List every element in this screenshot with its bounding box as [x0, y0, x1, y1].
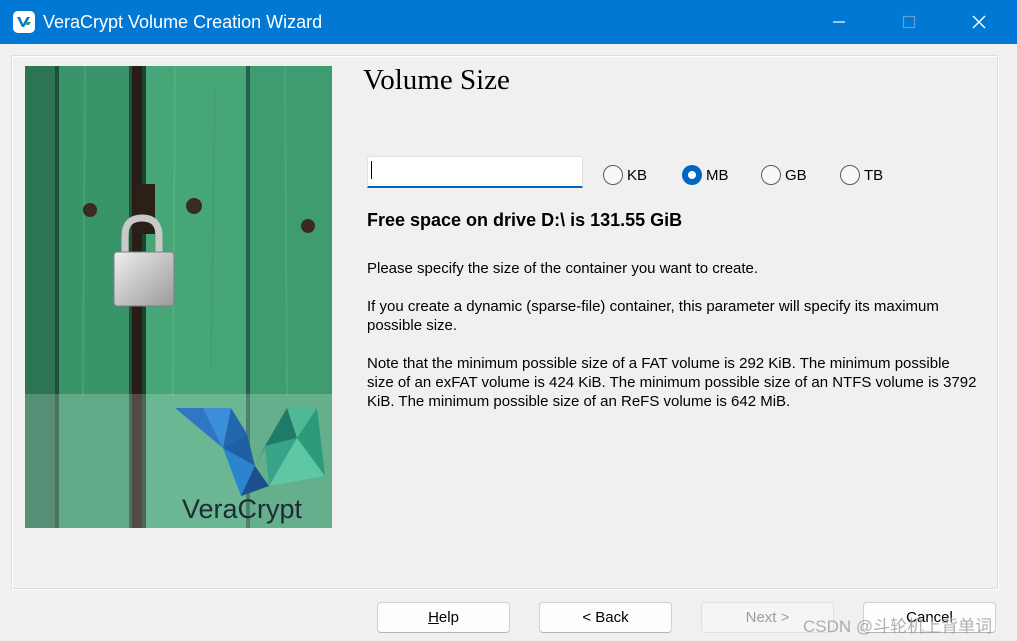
- help-mnemonic: H: [428, 609, 439, 626]
- close-button[interactable]: [946, 0, 1012, 44]
- radio-label: MB: [706, 166, 729, 184]
- unit-radio-tb[interactable]: TB: [840, 164, 883, 186]
- close-icon: [972, 15, 986, 29]
- watermark-text: CSDN @斗轮机上背单词: [803, 617, 993, 636]
- radio-circle-selected[interactable]: [682, 165, 702, 185]
- radio-circle[interactable]: [603, 165, 623, 185]
- unit-radio-mb[interactable]: MB: [682, 164, 729, 186]
- veracrypt-logo-text: VeraCrypt: [182, 494, 303, 524]
- info-text-dynamic: If you create a dynamic (sparse-file) co…: [367, 298, 939, 334]
- unit-radio-gb[interactable]: GB: [761, 164, 807, 186]
- minimize-button[interactable]: [806, 0, 872, 44]
- radio-circle[interactable]: [840, 165, 860, 185]
- page-title: Volume Size: [363, 64, 510, 96]
- radio-label: GB: [785, 166, 807, 184]
- free-space-label: Free space on drive D:\ is 131.55 GiB: [367, 210, 683, 230]
- help-label-rest: elp: [438, 609, 459, 626]
- text-caret: [371, 161, 372, 179]
- volume-size-input[interactable]: [367, 156, 583, 188]
- back-button[interactable]: < Back: [539, 602, 672, 633]
- radio-label: TB: [864, 166, 884, 184]
- info-text-minimum-sizes: Note that the minimum possible size of a…: [367, 355, 977, 410]
- radio-circle[interactable]: [761, 165, 781, 185]
- title-bar: VeraCrypt Volume Creation Wizard: [0, 0, 1017, 44]
- minimize-icon: [833, 21, 845, 23]
- help-button[interactable]: Help: [377, 602, 510, 633]
- info-text-size: Please specify the size of the container…: [367, 260, 759, 277]
- maximize-icon: [902, 15, 916, 29]
- wizard-side-image: VeraCrypt: [25, 66, 332, 528]
- maximize-button: [876, 0, 942, 44]
- window-title: VeraCrypt Volume Creation Wizard: [43, 12, 323, 32]
- unit-radio-kb[interactable]: KB: [603, 164, 647, 186]
- radio-label: KB: [627, 166, 648, 184]
- veracrypt-logo-icon[interactable]: [13, 11, 35, 33]
